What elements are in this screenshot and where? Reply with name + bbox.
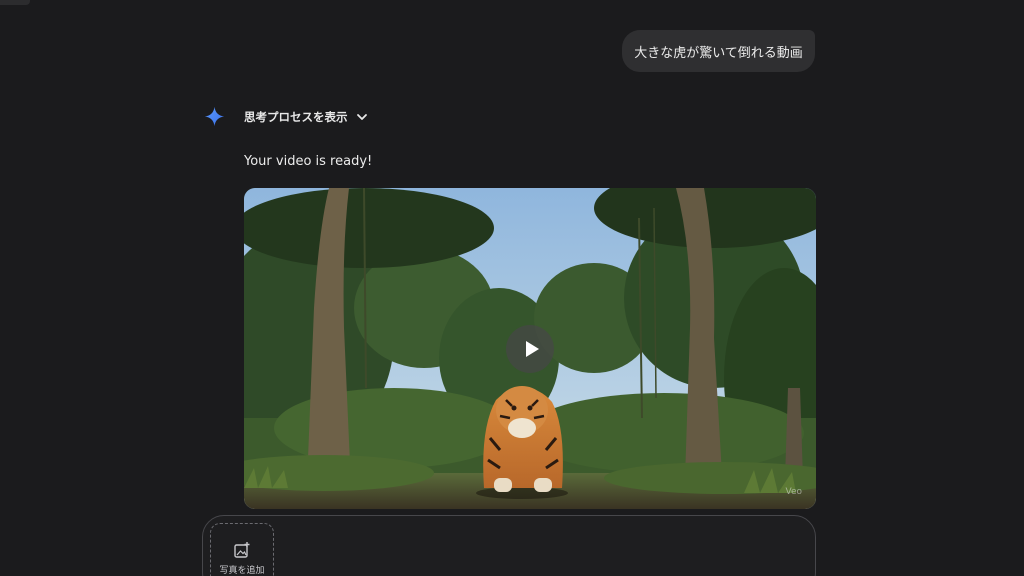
assistant-reply-text: Your video is ready! (244, 154, 373, 169)
show-thinking-label: 思考プロセスを表示 (244, 110, 348, 124)
video-watermark: Veo (785, 487, 802, 497)
gemini-sparkle-icon (204, 106, 225, 127)
prompt-composer[interactable]: 写真を追加 (202, 515, 816, 576)
chevron-down-icon (356, 114, 367, 120)
user-prompt-text: 大きな虎が驚いて倒れる動画 (634, 45, 803, 61)
play-icon (525, 341, 539, 357)
user-prompt-bubble: 大きな虎が驚いて倒れる動画 (622, 30, 815, 72)
window-corner-tab[interactable] (0, 0, 30, 5)
add-image-icon (234, 542, 250, 558)
play-button[interactable] (506, 325, 554, 373)
chat-page: 大きな虎が驚いて倒れる動画 思考プロセスを表示 Your video is re… (0, 0, 1024, 576)
generated-video-player[interactable]: Veo (244, 188, 816, 509)
add-photo-label: 写真を追加 (219, 566, 265, 576)
show-thinking-toggle[interactable]: 思考プロセスを表示 (244, 107, 368, 127)
add-photo-button[interactable]: 写真を追加 (210, 523, 274, 576)
